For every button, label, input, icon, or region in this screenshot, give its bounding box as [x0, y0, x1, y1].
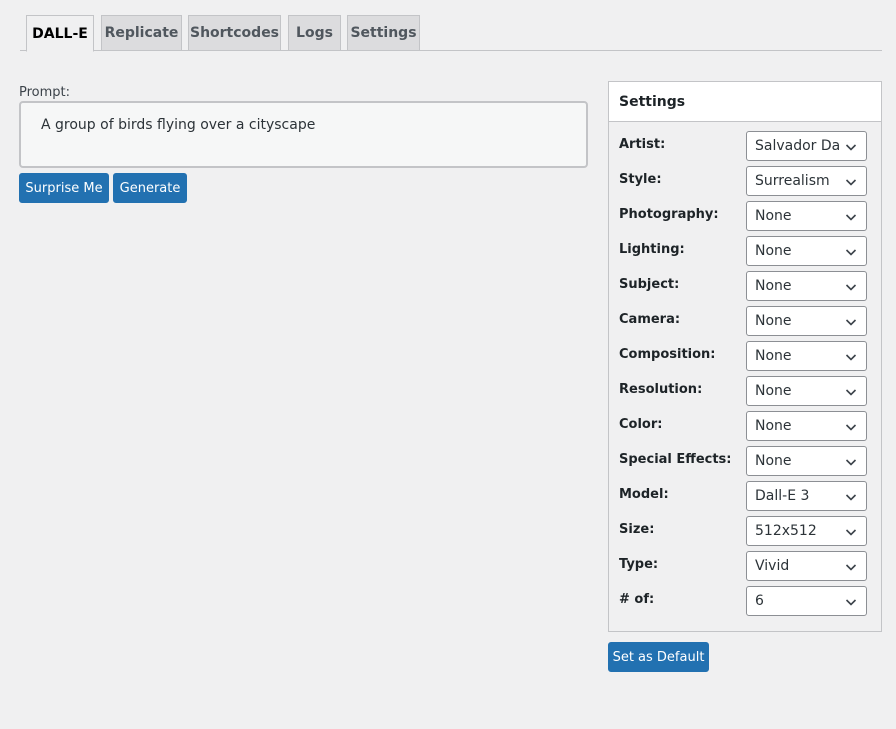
settings-row-label: Photography:	[619, 207, 719, 222]
tab-dall-e[interactable]: DALL-E	[26, 15, 94, 52]
settings-row-label: Style:	[619, 172, 662, 187]
settings-select-value: Surrealism	[755, 173, 830, 189]
settings-row: Photography: None	[609, 201, 881, 231]
chevron-down-icon	[845, 214, 857, 221]
settings-select[interactable]: Surrealism	[746, 166, 867, 196]
settings-select[interactable]: Salvador Dalí	[746, 131, 867, 161]
settings-select[interactable]: 6	[746, 586, 867, 616]
settings-select[interactable]: None	[746, 201, 867, 231]
settings-row: Style: Surrealism	[609, 166, 881, 196]
settings-select[interactable]: None	[746, 411, 867, 441]
chevron-down-icon	[845, 529, 857, 536]
settings-select-value: None	[755, 208, 792, 224]
settings-select-value: None	[755, 383, 792, 399]
tab-settings[interactable]: Settings	[347, 15, 420, 51]
settings-row: Special Effects: None	[609, 446, 881, 476]
chevron-down-icon	[845, 564, 857, 571]
chevron-down-icon	[845, 144, 857, 151]
settings-row-label: Color:	[619, 417, 663, 432]
chevron-down-icon	[845, 319, 857, 326]
settings-row-label: # of:	[619, 592, 655, 607]
settings-select[interactable]: None	[746, 236, 867, 266]
settings-select[interactable]: Vivid	[746, 551, 867, 581]
settings-select[interactable]: None	[746, 376, 867, 406]
settings-select[interactable]: None	[746, 271, 867, 301]
settings-row-label: Artist:	[619, 137, 666, 152]
surprise-me-button[interactable]: Surprise Me	[19, 173, 109, 203]
tab-logs[interactable]: Logs	[288, 15, 341, 51]
settings-select-value: Salvador Dalí	[755, 138, 839, 154]
settings-row-label: Model:	[619, 487, 669, 502]
settings-select[interactable]: None	[746, 341, 867, 371]
settings-row-label: Subject:	[619, 277, 680, 292]
settings-row-label: Size:	[619, 522, 655, 537]
chevron-down-icon	[845, 389, 857, 396]
tab-bar: DALL-E Replicate Shortcodes Logs Setting…	[20, 15, 882, 52]
settings-row: Model: Dall-E 3	[609, 481, 881, 511]
chevron-down-icon	[845, 179, 857, 186]
settings-select-value: None	[755, 313, 792, 329]
chevron-down-icon	[845, 249, 857, 256]
settings-select-value: None	[755, 453, 792, 469]
settings-select-value: Vivid	[755, 558, 790, 574]
settings-row: Lighting: None	[609, 236, 881, 266]
chevron-down-icon	[845, 599, 857, 606]
settings-select[interactable]: 512x512	[746, 516, 867, 546]
chevron-down-icon	[845, 354, 857, 361]
settings-row-label: Special Effects:	[619, 452, 732, 467]
set-as-default-button[interactable]: Set as Default	[608, 642, 709, 672]
settings-row: # of: 6	[609, 586, 881, 616]
settings-select[interactable]: Dall-E 3	[746, 481, 867, 511]
settings-select[interactable]: None	[746, 306, 867, 336]
prompt-textarea[interactable]: A group of birds flying over a cityscape	[19, 101, 588, 168]
settings-row: Artist: Salvador Dalí	[609, 131, 881, 161]
settings-row: Resolution: None	[609, 376, 881, 406]
settings-row-label: Type:	[619, 557, 659, 572]
tab-replicate[interactable]: Replicate	[101, 15, 182, 51]
settings-row: Composition: None	[609, 341, 881, 371]
settings-panel-title: Settings	[609, 82, 881, 122]
prompt-label: Prompt:	[19, 85, 71, 100]
chevron-down-icon	[845, 424, 857, 431]
settings-select[interactable]: None	[746, 446, 867, 476]
settings-select-value: None	[755, 418, 792, 434]
generate-button[interactable]: Generate	[113, 173, 187, 203]
settings-select-value: 512x512	[755, 523, 817, 539]
settings-row: Type: Vivid	[609, 551, 881, 581]
settings-panel: Settings Artist: Salvador Dalí Style: Surre…	[608, 81, 882, 632]
settings-row: Color: None	[609, 411, 881, 441]
settings-select-value: 6	[755, 593, 764, 609]
settings-select-value: None	[755, 278, 792, 294]
chevron-down-icon	[845, 459, 857, 466]
settings-row-label: Lighting:	[619, 242, 685, 257]
settings-row: Camera: None	[609, 306, 881, 336]
settings-select-value: None	[755, 348, 792, 364]
settings-row-label: Camera:	[619, 312, 681, 327]
settings-row-label: Composition:	[619, 347, 716, 362]
settings-select-value: None	[755, 243, 792, 259]
chevron-down-icon	[845, 494, 857, 501]
settings-row-label: Resolution:	[619, 382, 703, 397]
settings-row: Size: 512x512	[609, 516, 881, 546]
settings-row: Subject: None	[609, 271, 881, 301]
chevron-down-icon	[845, 284, 857, 291]
settings-select-value: Dall-E 3	[755, 488, 810, 504]
tab-shortcodes[interactable]: Shortcodes	[188, 15, 281, 51]
